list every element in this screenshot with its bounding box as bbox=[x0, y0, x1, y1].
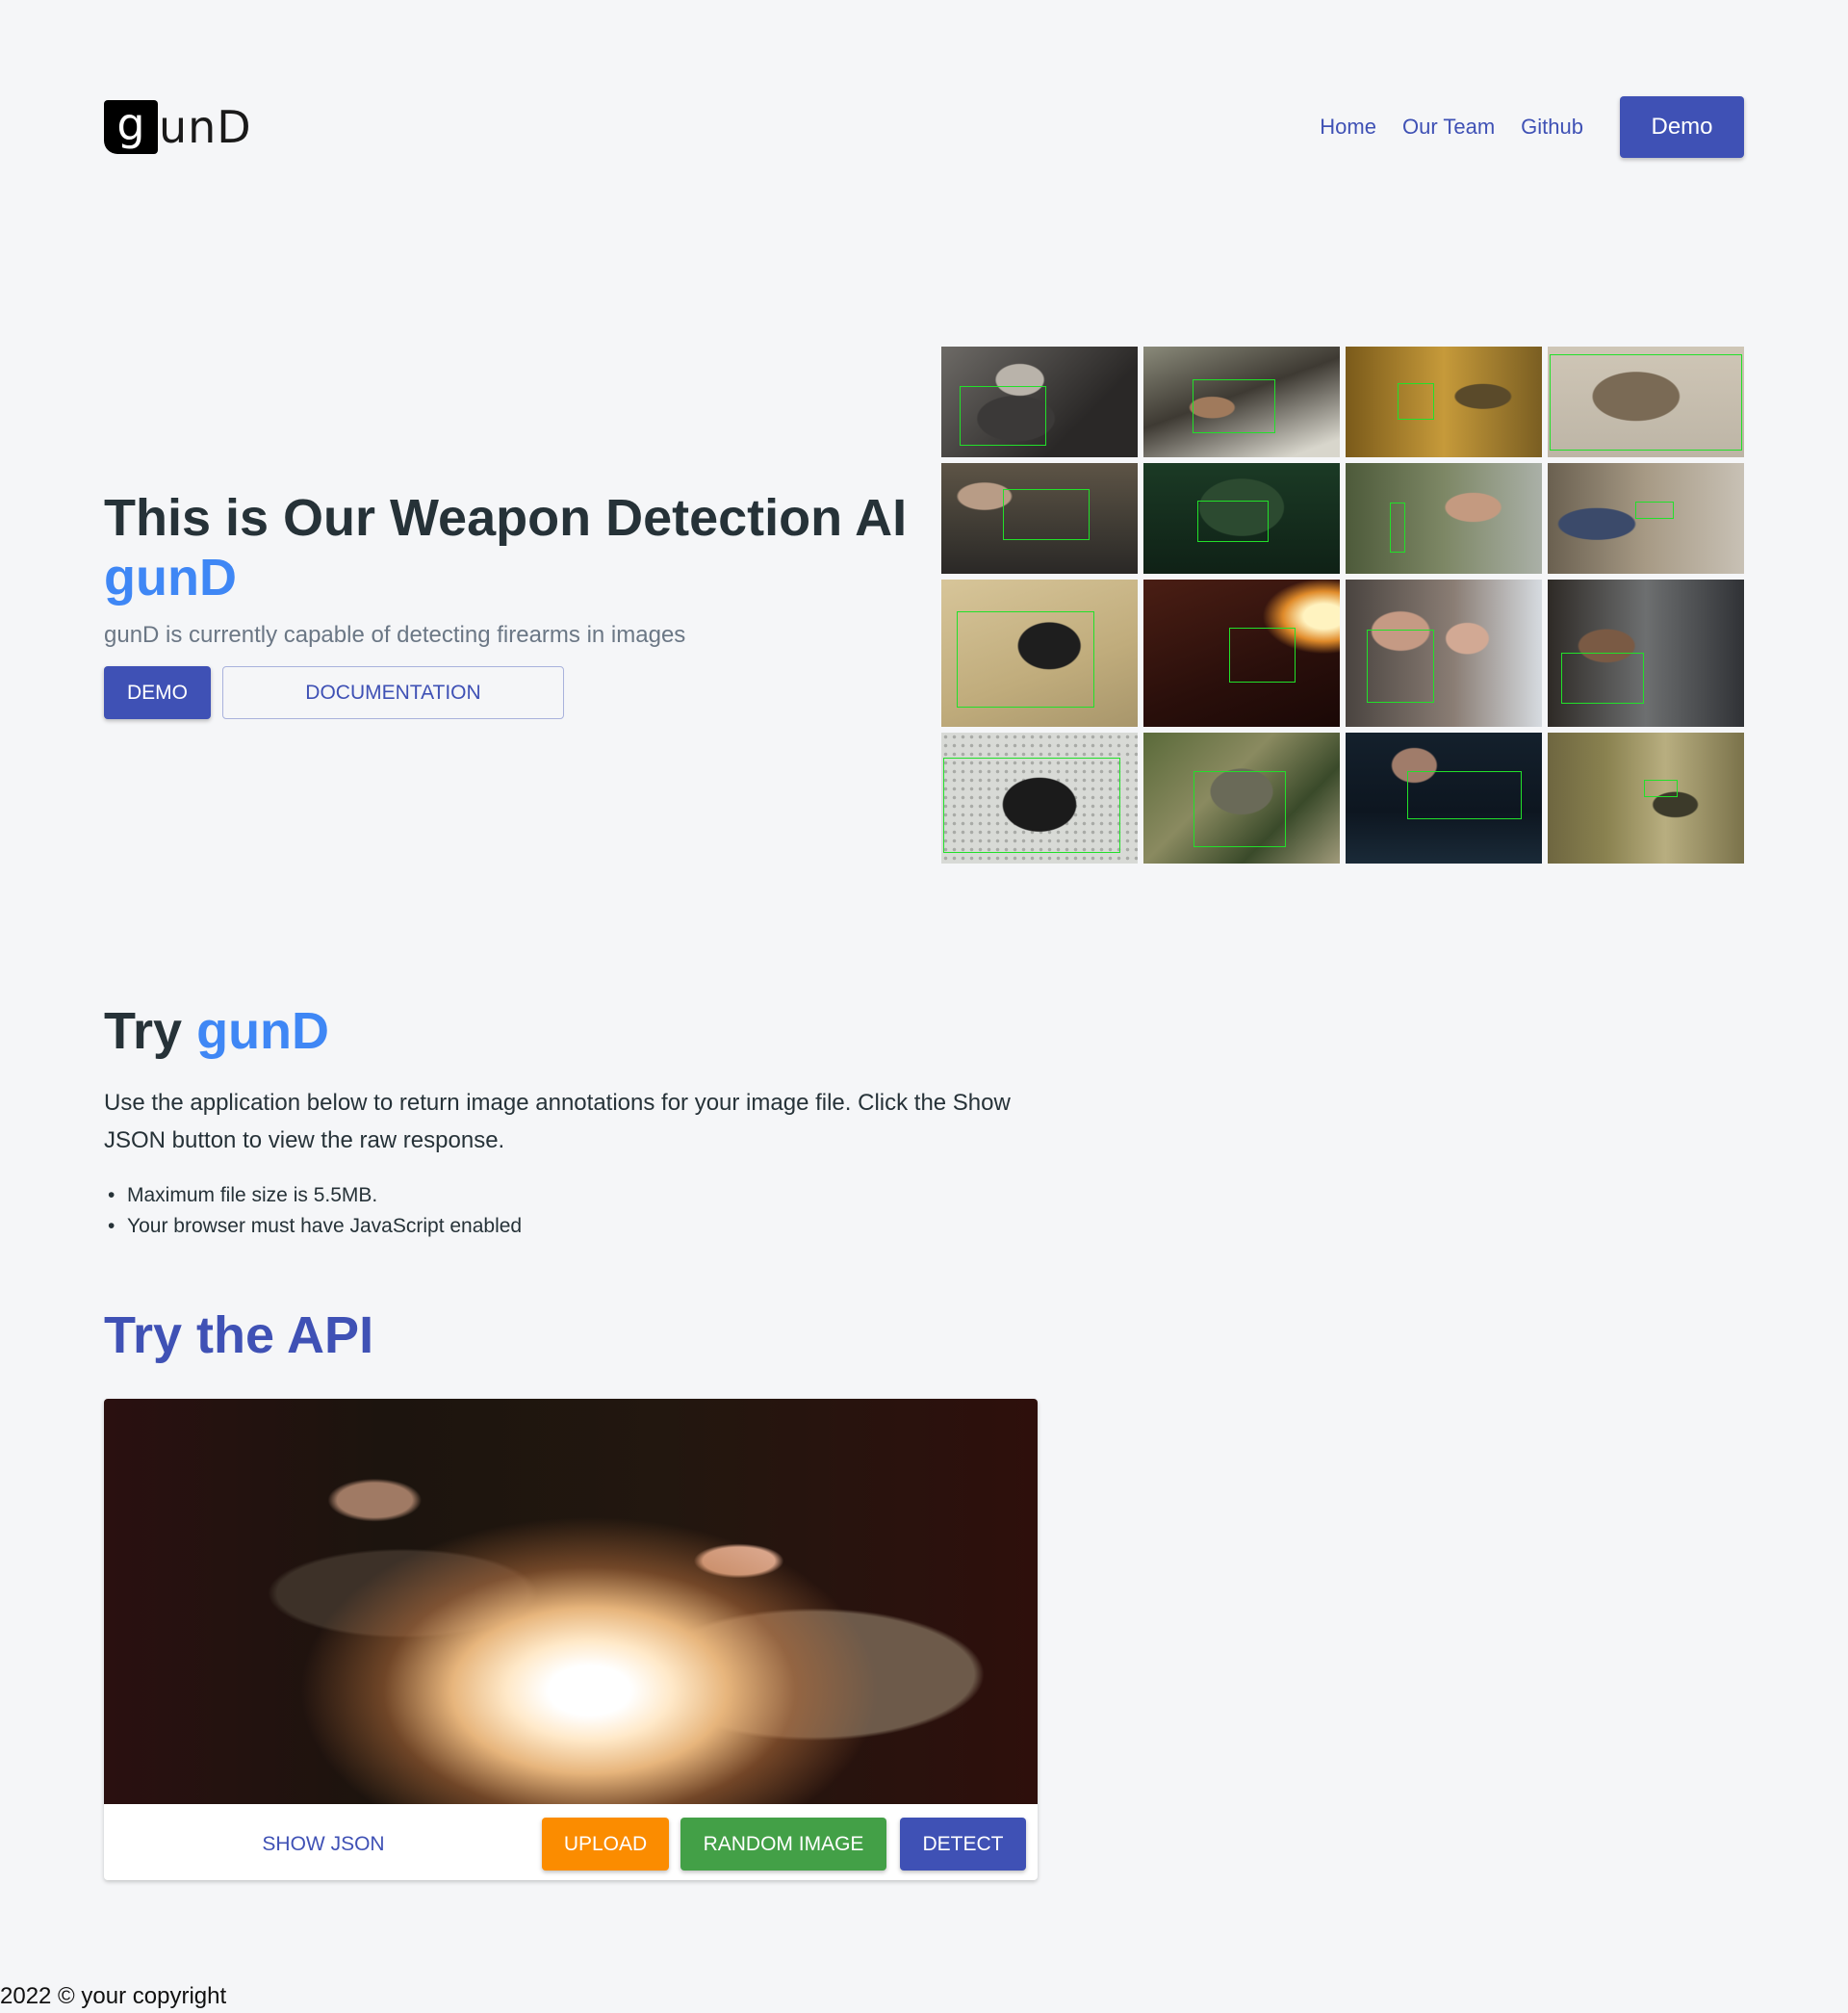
gallery-image bbox=[1143, 733, 1340, 864]
detection-box bbox=[1229, 628, 1296, 683]
gallery-image bbox=[1346, 580, 1542, 727]
nav-github-link[interactable]: Github bbox=[1521, 115, 1583, 140]
detection-box bbox=[1367, 630, 1434, 703]
detection-box bbox=[1003, 489, 1090, 540]
gallery-image bbox=[1548, 347, 1744, 457]
detection-box bbox=[1398, 383, 1434, 420]
api-demo-card: SHOW JSON UPLOAD RANDOM IMAGE DETECT bbox=[104, 1399, 1038, 1880]
detection-box bbox=[1193, 379, 1275, 433]
random-image-button[interactable]: RANDOM IMAGE bbox=[680, 1818, 886, 1871]
api-section-title: Try the API bbox=[104, 1306, 374, 1364]
gallery-image bbox=[1346, 347, 1542, 457]
hero-demo-button[interactable]: DEMO bbox=[104, 666, 211, 719]
gallery-image bbox=[1346, 733, 1542, 864]
detect-button[interactable]: DETECT bbox=[900, 1818, 1026, 1871]
detection-box bbox=[1644, 780, 1678, 797]
nav-our-team-link[interactable]: Our Team bbox=[1402, 115, 1495, 140]
logo-text: unD bbox=[159, 101, 252, 153]
detection-box bbox=[960, 386, 1046, 446]
footer-copyright: 2022 © your copyright bbox=[0, 1983, 227, 2009]
detection-box bbox=[1197, 501, 1269, 542]
detection-box bbox=[1635, 502, 1674, 519]
gallery-image bbox=[941, 347, 1138, 457]
nav-home-link[interactable]: Home bbox=[1320, 115, 1376, 140]
gallery-image bbox=[941, 733, 1138, 864]
hero-title: This is Our Weapon Detection AI bbox=[104, 489, 908, 547]
gallery-image bbox=[941, 580, 1138, 727]
gund-logo[interactable]: g unD bbox=[104, 100, 252, 154]
gallery-image bbox=[1548, 580, 1744, 727]
detection-box bbox=[957, 611, 1094, 708]
list-item: Maximum file size is 5.5MB. bbox=[104, 1180, 522, 1211]
detection-box bbox=[1194, 771, 1286, 847]
detection-box bbox=[1407, 771, 1522, 819]
gallery-image bbox=[1143, 580, 1340, 727]
try-title-accent: gunD bbox=[196, 1002, 330, 1060]
show-json-button[interactable]: SHOW JSON bbox=[218, 1818, 429, 1871]
detection-box bbox=[1390, 503, 1405, 553]
logo-mark: g bbox=[104, 100, 158, 154]
site-header: g unD Home Our Team Github Demo bbox=[104, 96, 1744, 158]
detection-box bbox=[1561, 653, 1644, 704]
try-section-title: Try gunD bbox=[104, 997, 329, 1065]
hero-documentation-button[interactable]: DOCUMENTATION bbox=[222, 666, 564, 719]
gallery-image bbox=[1548, 733, 1744, 864]
requirements-list: Maximum file size is 5.5MB. Your browser… bbox=[104, 1180, 522, 1242]
detection-gallery bbox=[941, 347, 1744, 864]
try-title-plain: Try bbox=[104, 1002, 183, 1060]
hero-subtitle: gunD is currently capable of detecting f… bbox=[104, 622, 686, 648]
upload-button[interactable]: UPLOAD bbox=[542, 1818, 669, 1871]
try-description: Use the application below to return imag… bbox=[104, 1090, 1011, 1153]
hero-brand: gunD bbox=[104, 549, 237, 606]
preview-image bbox=[104, 1399, 1038, 1804]
gallery-image bbox=[1346, 463, 1542, 574]
gallery-image bbox=[1143, 347, 1340, 457]
detection-box bbox=[943, 758, 1120, 853]
gallery-image bbox=[1143, 463, 1340, 574]
api-actions-bar: SHOW JSON UPLOAD RANDOM IMAGE DETECT bbox=[104, 1804, 1038, 1880]
main-nav: Home Our Team Github Demo bbox=[1320, 96, 1744, 158]
nav-demo-button[interactable]: Demo bbox=[1620, 96, 1744, 158]
hero-actions: DEMO DOCUMENTATION bbox=[104, 666, 564, 719]
gallery-image bbox=[941, 463, 1138, 574]
list-item: Your browser must have JavaScript enable… bbox=[104, 1211, 522, 1242]
detection-box bbox=[1550, 354, 1742, 451]
gallery-image bbox=[1548, 463, 1744, 574]
